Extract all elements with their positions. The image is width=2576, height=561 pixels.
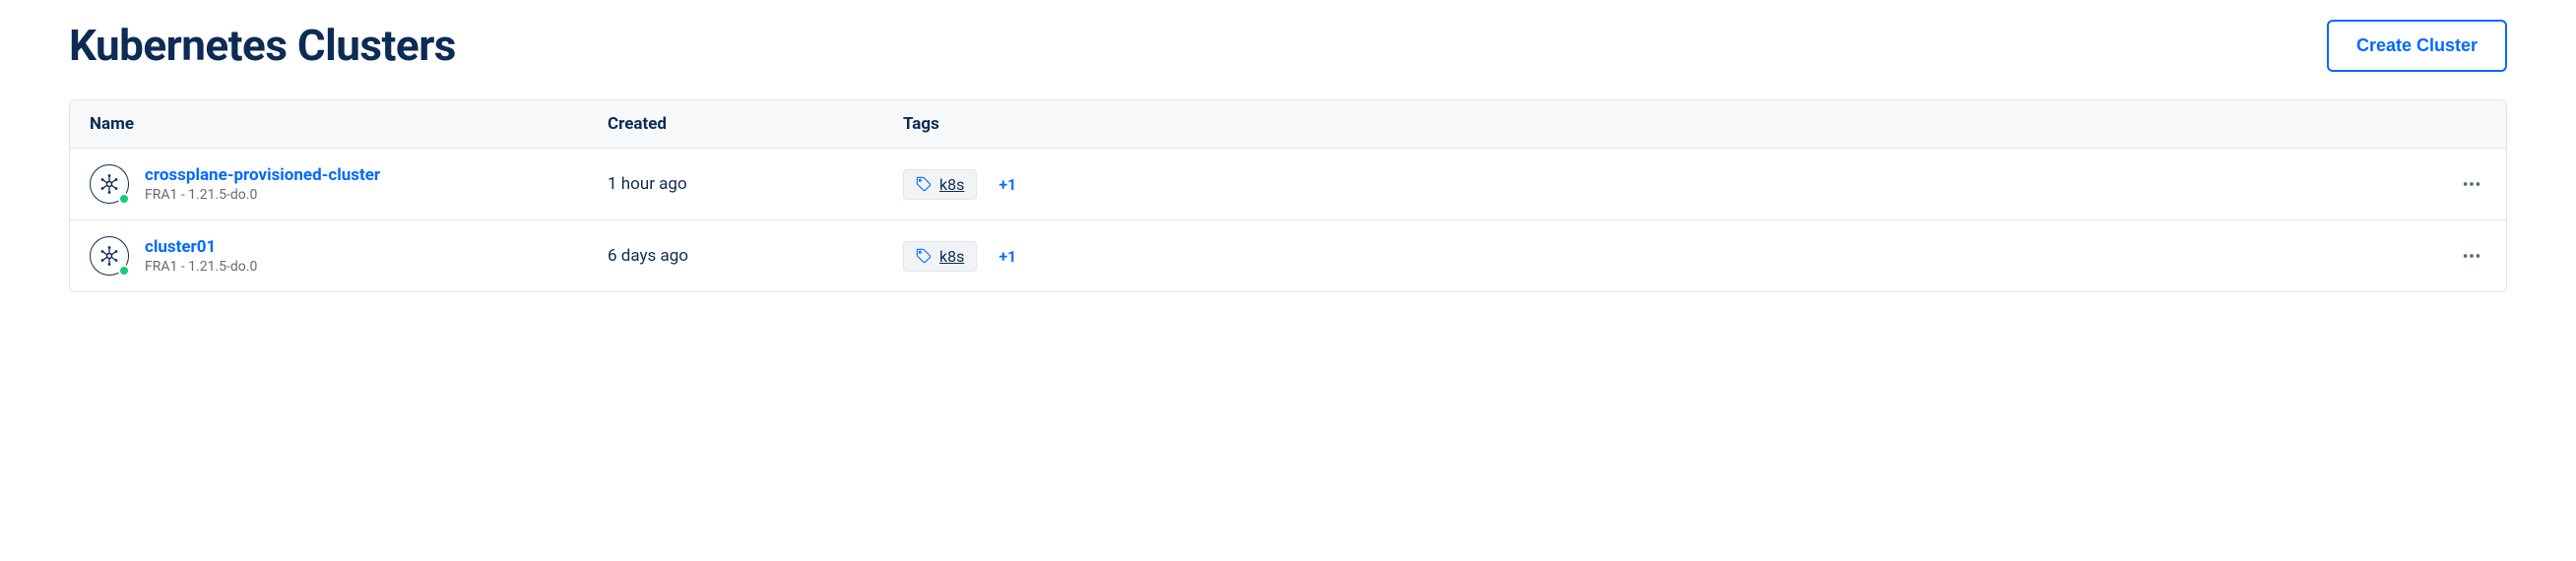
kubernetes-icon <box>97 172 121 196</box>
tags-cell: k8s +1 <box>903 169 2427 200</box>
more-horizontal-icon <box>2461 245 2482 267</box>
cluster-icon <box>90 164 129 204</box>
status-dot-online <box>118 193 130 205</box>
column-header-tags: Tags <box>903 114 2427 134</box>
actions-cell <box>2427 241 2486 271</box>
tag-icon <box>916 176 932 192</box>
cluster-meta: FRA1 - 1.21.5-do.0 <box>145 259 257 275</box>
more-horizontal-icon <box>2461 173 2482 195</box>
table-header: Name Created Tags <box>70 100 2506 149</box>
cluster-name-link[interactable]: cluster01 <box>145 237 257 257</box>
column-header-actions <box>2427 114 2486 134</box>
tag-icon <box>916 248 932 264</box>
tag-more-link[interactable]: +1 <box>998 175 1016 194</box>
table-row: cluster01 FRA1 - 1.21.5-do.0 6 days ago … <box>70 220 2506 291</box>
name-text: crossplane-provisioned-cluster FRA1 - 1.… <box>145 165 380 203</box>
column-header-created: Created <box>608 114 903 134</box>
cluster-icon <box>90 236 129 276</box>
created-cell: 1 hour ago <box>608 174 903 194</box>
page-title: Kubernetes Clusters <box>69 20 456 71</box>
kubernetes-icon <box>97 244 121 268</box>
more-actions-button[interactable] <box>2457 169 2486 199</box>
tags-cell: k8s +1 <box>903 241 2427 272</box>
column-header-name: Name <box>90 114 608 134</box>
cluster-name-link[interactable]: crossplane-provisioned-cluster <box>145 165 380 185</box>
name-cell: crossplane-provisioned-cluster FRA1 - 1.… <box>90 164 608 204</box>
more-actions-button[interactable] <box>2457 241 2486 271</box>
tag-badge[interactable]: k8s <box>903 169 977 200</box>
clusters-table: Name Created Tags <box>69 99 2507 292</box>
status-dot-online <box>118 265 130 277</box>
actions-cell <box>2427 169 2486 199</box>
table-row: crossplane-provisioned-cluster FRA1 - 1.… <box>70 149 2506 220</box>
tag-badge[interactable]: k8s <box>903 241 977 272</box>
name-text: cluster01 FRA1 - 1.21.5-do.0 <box>145 237 257 275</box>
tag-more-link[interactable]: +1 <box>998 247 1016 266</box>
tag-text: k8s <box>939 247 964 266</box>
name-cell: cluster01 FRA1 - 1.21.5-do.0 <box>90 236 608 276</box>
create-cluster-button[interactable]: Create Cluster <box>2327 20 2507 72</box>
created-cell: 6 days ago <box>608 246 903 266</box>
cluster-meta: FRA1 - 1.21.5-do.0 <box>145 187 380 203</box>
page-header: Kubernetes Clusters Create Cluster <box>69 20 2507 72</box>
tag-text: k8s <box>939 175 964 194</box>
